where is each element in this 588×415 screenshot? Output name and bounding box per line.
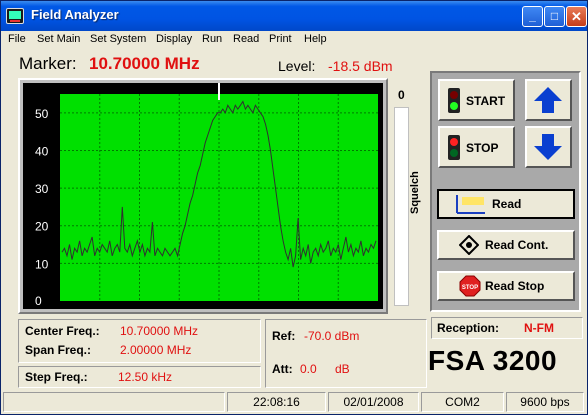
menu-run[interactable]: Run [202,33,222,45]
squelch-value: 0 [398,88,405,102]
read-cont-label: Read Cont. [485,238,549,252]
y-tick-label: 40 [35,144,49,158]
read-button[interactable]: Read [437,189,575,219]
frequency-info-box: Center Freq.: 10.70000 MHz Span Freq.: 2… [18,319,261,363]
read-continuous-button[interactable]: Read Cont. [437,230,575,260]
traffic-light-go-icon [448,88,460,113]
menu-print[interactable]: Print [269,33,292,45]
model-name: FSA 3200 [428,345,558,376]
minimize-button[interactable]: _ [522,6,543,27]
span-freq-label: Span Freq.: [25,343,92,357]
step-info-box: Step Freq.: 12.50 kHz [18,366,261,388]
traffic-light-stop-icon [448,135,460,160]
application-window: Field Analyzer _ □ ✕ File Set Main Set S… [0,0,588,415]
status-date: 02/01/2008 [328,392,419,412]
reception-label: Reception: [437,321,500,335]
maximize-button[interactable]: □ [544,6,565,27]
att-unit: dB [335,362,350,376]
ref-value: -70.0 dBm [304,329,360,343]
menu-read[interactable]: Read [233,33,259,45]
menu-help[interactable]: Help [304,33,327,45]
freq-readout-icon [456,195,485,214]
up-arrow-button[interactable] [525,79,572,121]
menu-set-system[interactable]: Set System [90,33,146,45]
level-label: Level: [278,58,316,74]
status-cell-empty [3,392,225,412]
title-bar[interactable]: Field Analyzer _ □ ✕ [1,1,587,31]
arrow-down-icon [534,134,562,160]
status-baud: 9600 bps [506,392,584,412]
menu-bar: File Set Main Set System Display Run Rea… [1,31,587,49]
menu-display[interactable]: Display [156,33,192,45]
att-value: 0.0 [300,362,317,376]
y-tick-label: 50 [35,107,49,121]
plot-area [60,94,378,301]
spectrum-display-frame: 50 40 30 20 10 0 [18,78,388,314]
reception-box: Reception: N-FM [431,317,583,339]
center-freq-value: 10.70000 MHz [120,324,199,338]
stop-button[interactable]: STOP [438,126,515,168]
marker-value: 10.70000 MHz [89,54,200,73]
arrow-up-icon [534,87,562,113]
read-label: Read [492,197,522,211]
control-panel: START STOP Read Read Cont. STOP Read Sto… [430,71,581,312]
ref-label: Ref: [272,329,296,343]
start-label: START [466,94,506,108]
squelch-label: Squelch [409,171,421,214]
step-freq-label: Step Freq.: [25,370,88,384]
close-button[interactable]: ✕ [566,6,587,27]
y-tick-label: 0 [35,294,42,308]
read-stop-label: Read Stop [485,279,545,293]
y-tick-label: 10 [35,257,49,271]
center-freq-label: Center Freq.: [25,324,100,338]
marker-label: Marker: [19,54,77,73]
start-button[interactable]: START [438,79,515,121]
reception-value: N-FM [524,321,554,335]
window-title: Field Analyzer [31,7,119,22]
spectrum-plot[interactable]: 50 40 30 20 10 0 [23,83,383,309]
status-bar: 22:08:16 02/01/2008 COM2 9600 bps [1,390,587,414]
att-label: Att: [272,362,293,376]
app-icon[interactable] [6,8,24,24]
level-value: -18.5 dBm [328,58,393,74]
read-stop-button[interactable]: STOP Read Stop [437,271,575,301]
status-time: 22:08:16 [227,392,326,412]
ref-att-box: Ref: -70.0 dBm Att: 0.0 dB [265,319,427,388]
y-tick-label: 30 [35,182,49,196]
y-tick-label: 20 [35,220,49,234]
status-port: COM2 [421,392,504,412]
cycle-arrows-icon [459,235,479,255]
squelch-slider[interactable] [394,107,409,306]
span-freq-value: 2.00000 MHz [120,343,192,357]
down-arrow-button[interactable] [525,126,572,168]
menu-file[interactable]: File [8,33,26,45]
step-freq-value: 12.50 kHz [118,370,173,384]
stop-label: STOP [466,141,499,155]
stop-sign-icon: STOP [459,275,481,297]
stop-sign-text: STOP [462,285,478,291]
menu-set-main[interactable]: Set Main [37,33,80,45]
spectrum-display[interactable]: 50 40 30 20 10 0 [23,83,383,309]
